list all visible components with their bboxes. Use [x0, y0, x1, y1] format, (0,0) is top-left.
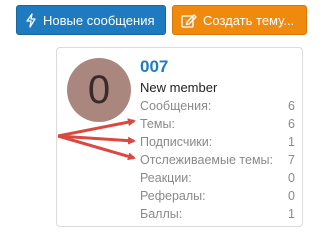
- stat-label: Баллы:: [140, 207, 183, 221]
- stat-reactions: Реакции: 0: [140, 169, 295, 187]
- stat-messages: Сообщения: 6: [140, 97, 295, 115]
- stat-value: 7: [288, 153, 295, 167]
- stat-label: Реакции:: [140, 171, 192, 185]
- username-link[interactable]: 007: [140, 57, 168, 77]
- stat-value: 1: [288, 207, 295, 221]
- stat-followers: Подписчики: 1: [140, 133, 295, 151]
- create-thread-label: Создать тему...: [203, 12, 295, 28]
- member-stats: Сообщения: 6 Темы: 6 Подписчики: 1 Отсле…: [140, 97, 295, 223]
- create-thread-button[interactable]: Создать тему...: [172, 5, 307, 35]
- stat-threads: Темы: 6: [140, 115, 295, 133]
- user-title: New member: [140, 80, 218, 95]
- avatar[interactable]: 0: [67, 58, 131, 122]
- stat-points: Баллы: 1: [140, 205, 295, 223]
- stat-label: Отслеживаемые темы:: [140, 153, 274, 167]
- bolt-icon: [26, 12, 36, 28]
- new-messages-button[interactable]: Новые сообщения: [16, 5, 166, 35]
- new-messages-label: Новые сообщения: [43, 12, 155, 28]
- stat-value: 6: [288, 99, 295, 113]
- stat-label: Сообщения:: [140, 99, 212, 113]
- avatar-letter: 0: [87, 68, 111, 112]
- stat-value: 0: [288, 171, 295, 185]
- edit-icon: [181, 13, 197, 28]
- stat-value: 1: [288, 135, 295, 149]
- stat-referrals: Рефералы: 0: [140, 187, 295, 205]
- stat-label: Рефералы:: [140, 189, 206, 203]
- stat-watched-threads: Отслеживаемые темы: 7: [140, 151, 295, 169]
- stat-label: Подписчики:: [140, 135, 213, 149]
- stat-label: Темы:: [140, 117, 175, 131]
- stat-value: 6: [288, 117, 295, 131]
- stat-value: 0: [288, 189, 295, 203]
- member-card: 0 007 New member Сообщения: 6 Темы: 6 По…: [56, 47, 303, 227]
